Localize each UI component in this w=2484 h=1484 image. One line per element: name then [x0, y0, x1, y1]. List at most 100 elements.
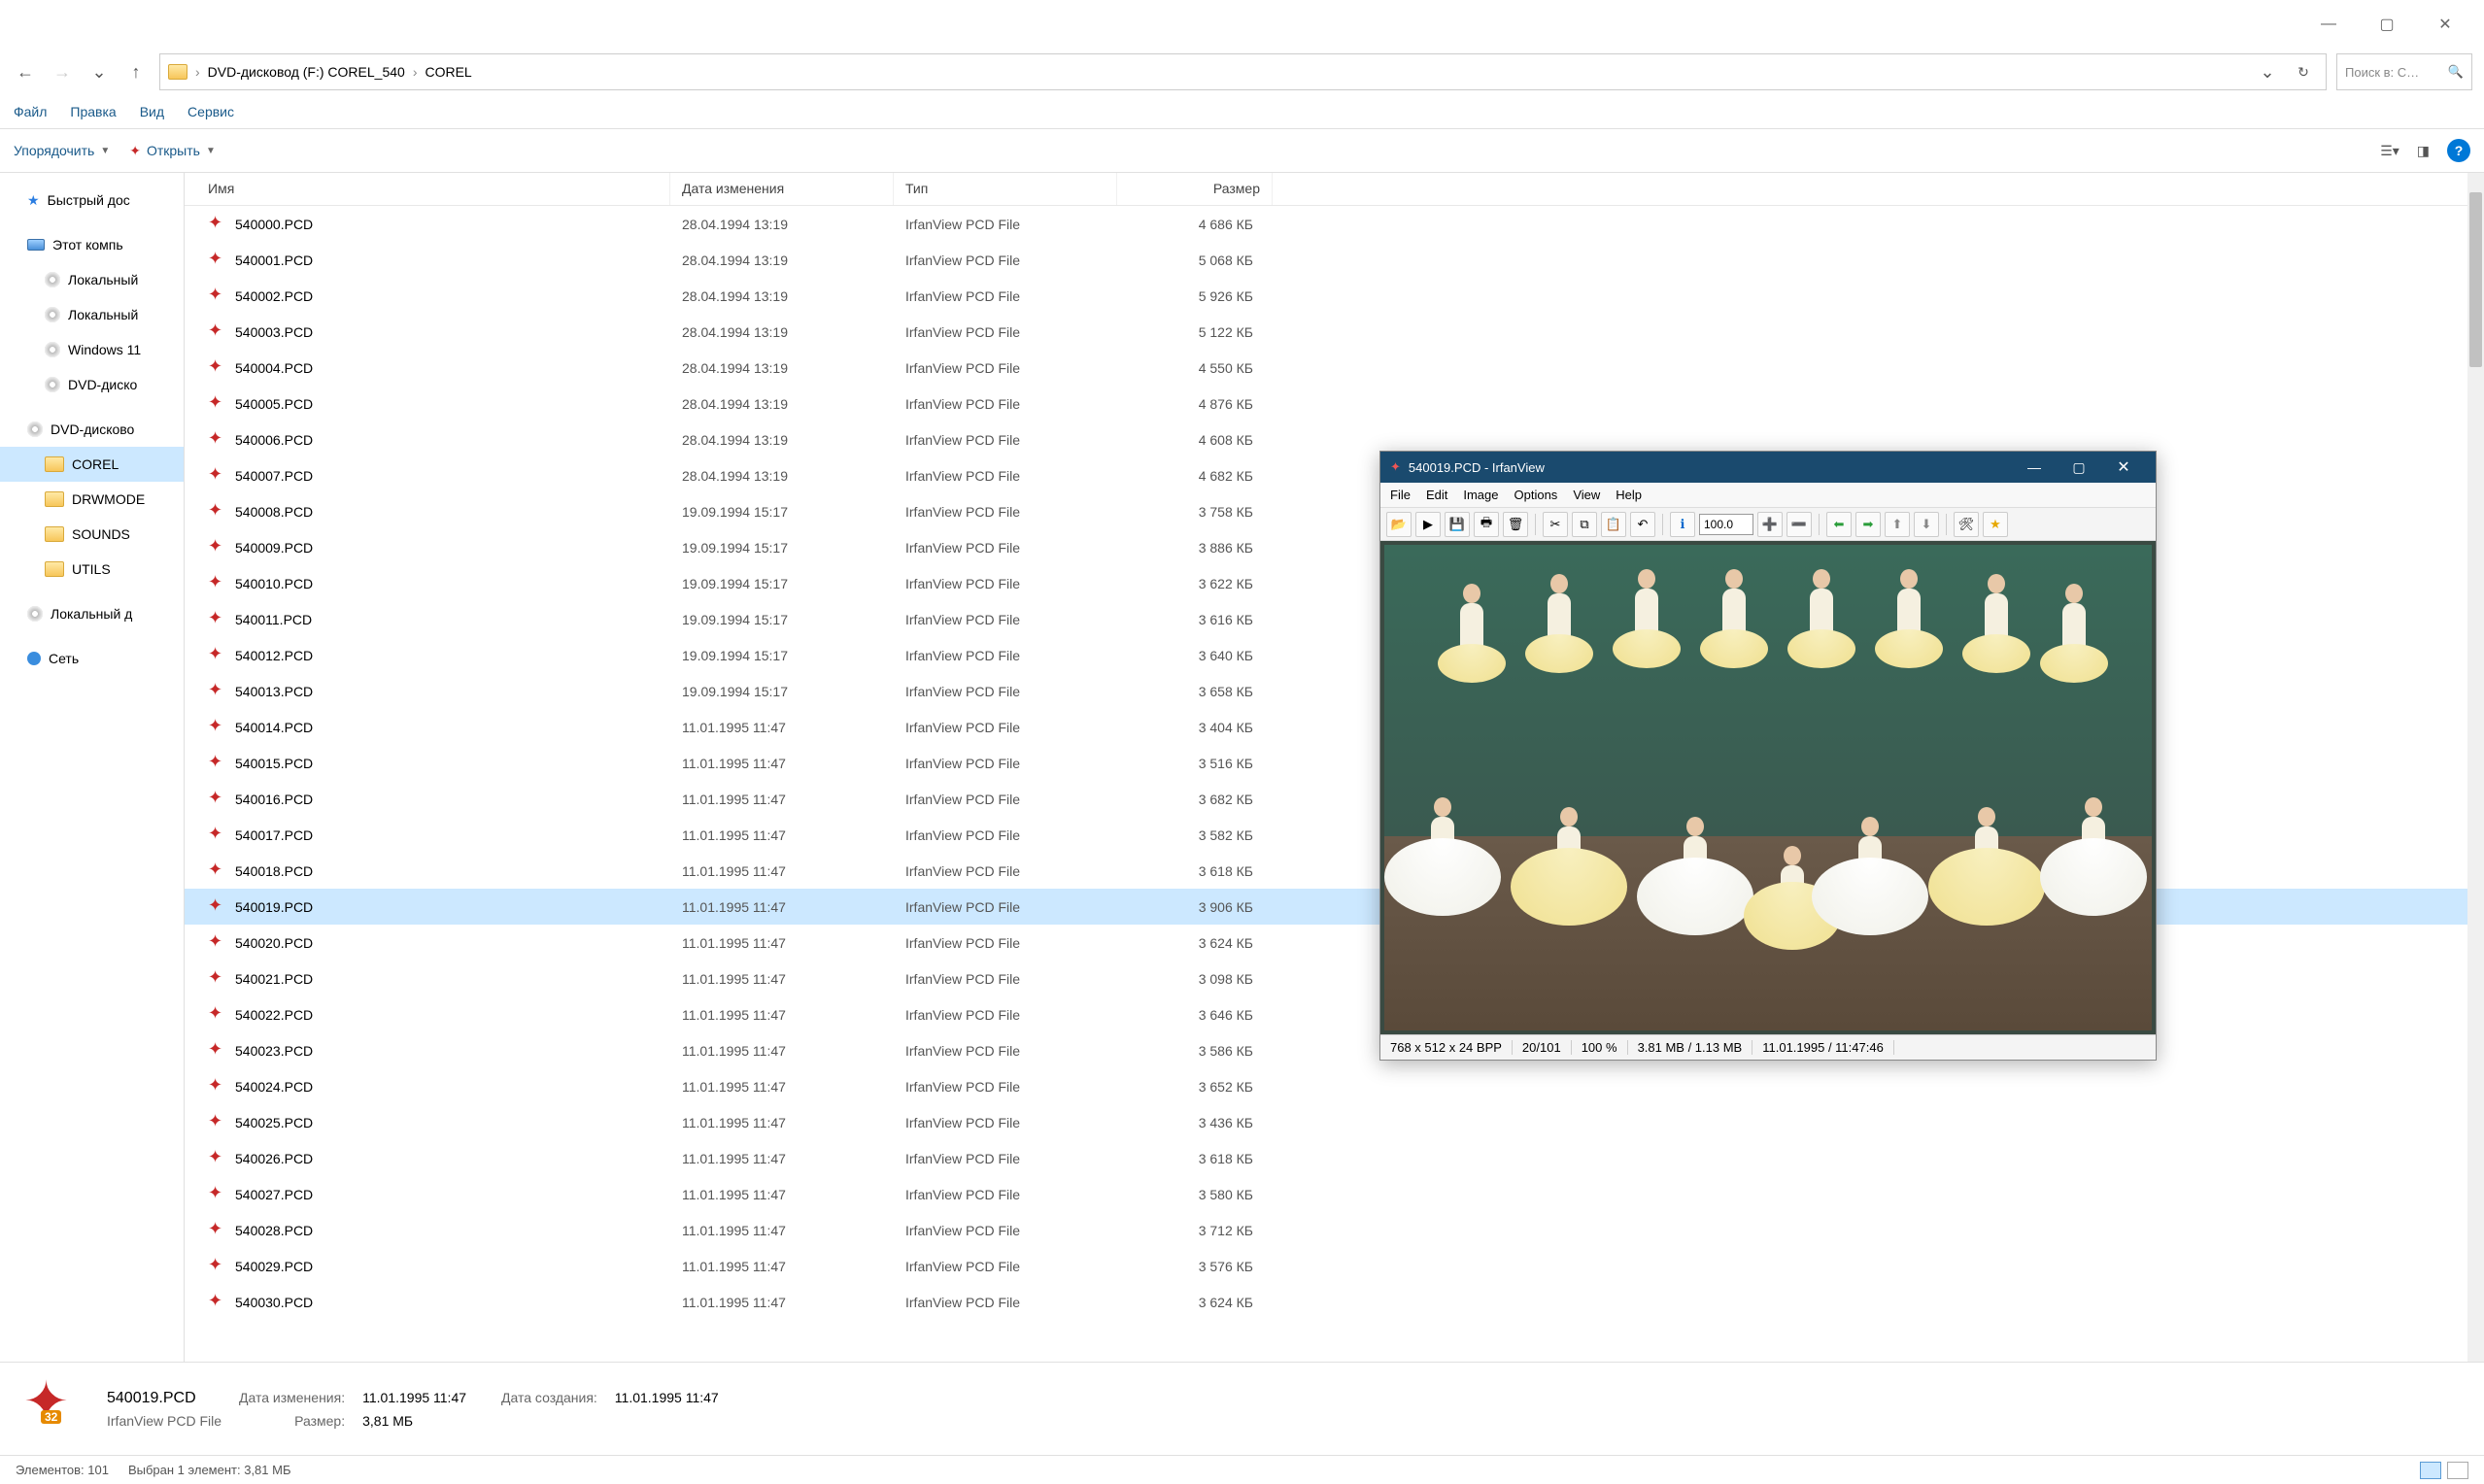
tiles-view-icon[interactable]	[2447, 1462, 2468, 1479]
search-input[interactable]: Поиск в: C… 🔍	[2336, 53, 2472, 90]
file-date: 11.01.1995 11:47	[670, 1151, 894, 1166]
first-icon[interactable]: ⬆	[1885, 512, 1910, 537]
organize-button[interactable]: Упорядочить▼	[14, 143, 110, 158]
maximize-button[interactable]: ▢	[2358, 5, 2416, 44]
sidebar-item[interactable]: SOUNDS	[0, 517, 184, 552]
zoom-out-icon[interactable]: ➖	[1786, 512, 1812, 537]
file-name: 540025.PCD	[235, 1115, 313, 1130]
paste-icon[interactable]: 📋	[1601, 512, 1626, 537]
sidebar-item[interactable]: Локальный д	[0, 596, 184, 631]
next-icon[interactable]: ➡	[1855, 512, 1881, 537]
menu-edit[interactable]: Правка	[70, 104, 116, 119]
up-button[interactable]: ↑	[122, 58, 150, 85]
file-icon	[208, 466, 227, 486]
history-dropdown[interactable]: ⌄	[85, 58, 113, 85]
last-icon[interactable]: ⬇	[1914, 512, 1939, 537]
sidebar-item[interactable]: Сеть	[0, 641, 184, 676]
breadcrumb[interactable]: COREL	[425, 64, 471, 80]
sidebar-item[interactable]: Локальный	[0, 262, 184, 297]
sidebar-item-label: SOUNDS	[72, 526, 130, 542]
file-row[interactable]: 540027.PCD11.01.1995 11:47IrfanView PCD …	[185, 1176, 2484, 1212]
file-size: 4 550 КБ	[1117, 360, 1273, 376]
zoom-in-icon[interactable]: ➕	[1757, 512, 1783, 537]
sidebar-item-label: Локальный	[68, 307, 138, 322]
col-header-date[interactable]: Дата изменения	[670, 173, 894, 205]
open-icon[interactable]: 📂	[1386, 512, 1412, 537]
file-row[interactable]: 540002.PCD28.04.1994 13:19IrfanView PCD …	[185, 278, 2484, 314]
irfan-statusbar: 768 x 512 x 24 BPP 20/101 100 % 3.81 MB …	[1380, 1034, 2156, 1060]
irfan-minimize-button[interactable]: —	[2012, 459, 2057, 475]
delete-icon[interactable]: 🗑	[1503, 512, 1528, 537]
preview-pane-icon[interactable]: ◨	[2417, 143, 2430, 159]
minimize-button[interactable]: —	[2299, 5, 2358, 44]
irfan-menu-options[interactable]: Options	[1514, 488, 1558, 502]
file-row[interactable]: 540000.PCD28.04.1994 13:19IrfanView PCD …	[185, 206, 2484, 242]
sidebar-item[interactable]: Этот компь	[0, 227, 184, 262]
breadcrumb[interactable]: DVD-дисковод (F:) COREL_540	[208, 64, 405, 80]
file-date: 11.01.1995 11:47	[670, 1187, 894, 1202]
sidebar-item[interactable]: COREL	[0, 447, 184, 482]
sidebar-item-label: COREL	[72, 456, 119, 472]
file-row[interactable]: 540004.PCD28.04.1994 13:19IrfanView PCD …	[185, 350, 2484, 386]
sidebar-item[interactable]: Windows 11	[0, 332, 184, 367]
details-view-icon[interactable]	[2420, 1462, 2441, 1479]
col-header-size[interactable]: Размер	[1117, 173, 1273, 205]
file-row[interactable]: 540029.PCD11.01.1995 11:47IrfanView PCD …	[185, 1248, 2484, 1284]
prev-icon[interactable]: ⬅	[1826, 512, 1852, 537]
irfan-close-button[interactable]: ✕	[2101, 457, 2146, 477]
save-icon[interactable]: 💾	[1445, 512, 1470, 537]
file-type: IrfanView PCD File	[894, 253, 1117, 268]
cut-icon[interactable]: ✂	[1543, 512, 1568, 537]
file-row[interactable]: 540003.PCD28.04.1994 13:19IrfanView PCD …	[185, 314, 2484, 350]
address-bar[interactable]: › DVD-дисковод (F:) COREL_540 › COREL ⌄ …	[159, 53, 2327, 90]
file-row[interactable]: 540005.PCD28.04.1994 13:19IrfanView PCD …	[185, 386, 2484, 422]
settings-icon[interactable]: 🛠	[1954, 512, 1979, 537]
menu-service[interactable]: Сервис	[187, 104, 234, 119]
sidebar-item[interactable]: UTILS	[0, 552, 184, 587]
sidebar-item[interactable]: DVD-диско	[0, 367, 184, 402]
file-row[interactable]: 540026.PCD11.01.1995 11:47IrfanView PCD …	[185, 1140, 2484, 1176]
slideshow-icon[interactable]: ▶	[1415, 512, 1441, 537]
file-row[interactable]: 540025.PCD11.01.1995 11:47IrfanView PCD …	[185, 1104, 2484, 1140]
close-button[interactable]: ✕	[2416, 5, 2474, 44]
forward-button[interactable]: →	[49, 58, 76, 85]
menu-file[interactable]: Файл	[14, 104, 47, 119]
irfan-menu-help[interactable]: Help	[1616, 488, 1642, 502]
file-row[interactable]: 540024.PCD11.01.1995 11:47IrfanView PCD …	[185, 1068, 2484, 1104]
file-row[interactable]: 540030.PCD11.01.1995 11:47IrfanView PCD …	[185, 1284, 2484, 1320]
address-dropdown-icon[interactable]: ⌄	[2254, 58, 2281, 85]
favorite-icon[interactable]: ★	[1983, 512, 2008, 537]
help-button[interactable]: ?	[2447, 139, 2470, 162]
scrollbar-thumb[interactable]	[2469, 192, 2482, 367]
file-type: IrfanView PCD File	[894, 1079, 1117, 1095]
irfan-titlebar[interactable]: ✦ 540019.PCD - IrfanView — ▢ ✕	[1380, 452, 2156, 483]
file-row[interactable]: 540001.PCD28.04.1994 13:19IrfanView PCD …	[185, 242, 2484, 278]
file-name: 540027.PCD	[235, 1187, 313, 1202]
refresh-button[interactable]: ↻	[2289, 64, 2318, 81]
col-header-name[interactable]: Имя	[185, 173, 670, 205]
file-type: IrfanView PCD File	[894, 720, 1117, 735]
irfan-menu-view[interactable]: View	[1573, 488, 1600, 502]
sidebar-item[interactable]: ★Быстрый дос	[0, 183, 184, 218]
scrollbar[interactable]	[2467, 173, 2484, 1362]
col-header-type[interactable]: Тип	[894, 173, 1117, 205]
print-icon[interactable]: 🖶	[1474, 512, 1499, 537]
view-options-icon[interactable]: ☰▾	[2380, 143, 2399, 159]
back-button[interactable]: ←	[12, 58, 39, 85]
menu-view[interactable]: Вид	[140, 104, 164, 119]
sidebar-item[interactable]: Локальный	[0, 297, 184, 332]
info-icon[interactable]: ℹ	[1670, 512, 1695, 537]
irfan-menu-file[interactable]: File	[1390, 488, 1411, 502]
copy-icon[interactable]: ⧉	[1572, 512, 1597, 537]
sidebar-item[interactable]: DVD-дисково	[0, 412, 184, 447]
file-row[interactable]: 540028.PCD11.01.1995 11:47IrfanView PCD …	[185, 1212, 2484, 1248]
irfan-menu-image[interactable]: Image	[1463, 488, 1498, 502]
irfan-maximize-button[interactable]: ▢	[2057, 459, 2101, 476]
details-size-label: Размер:	[239, 1413, 345, 1429]
zoom-input[interactable]	[1699, 514, 1753, 535]
sidebar-item-label: Этот компь	[52, 237, 123, 253]
open-button[interactable]: ✦ Открыть▼	[129, 143, 216, 159]
undo-icon[interactable]: ↶	[1630, 512, 1655, 537]
irfan-menu-edit[interactable]: Edit	[1426, 488, 1447, 502]
sidebar-item[interactable]: DRWMODE	[0, 482, 184, 517]
